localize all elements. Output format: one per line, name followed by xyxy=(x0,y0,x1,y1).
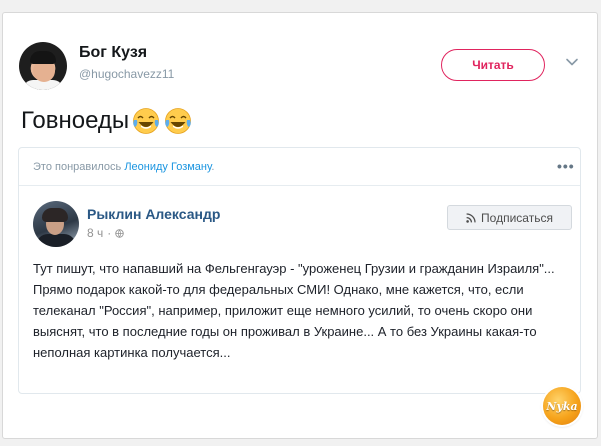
author-avatar[interactable] xyxy=(19,42,67,90)
quoted-author-name[interactable]: Рыклин Александр xyxy=(87,206,220,222)
liked-by-name[interactable]: Леониду Гозману xyxy=(124,161,211,173)
subscribe-button[interactable]: Подписаться xyxy=(447,205,572,230)
divider xyxy=(19,185,580,186)
meta-separator: · xyxy=(107,226,112,240)
liked-by-line: Это понравилось Леониду Гозману. xyxy=(33,161,214,173)
liked-prefix: Это понравилось xyxy=(33,161,122,173)
rss-icon xyxy=(466,212,476,223)
author-name[interactable]: Бог Кузя xyxy=(79,44,147,62)
subscribe-label: Подписаться xyxy=(481,210,553,225)
tweet-text-content: Говноеды xyxy=(21,107,130,134)
watermark-text: Nyka xyxy=(546,399,578,413)
quoted-author-avatar[interactable] xyxy=(33,201,79,247)
tweet-text: Говноеды xyxy=(21,106,193,136)
author-handle[interactable]: @hugochavezz11 xyxy=(79,67,174,81)
more-dots-icon[interactable]: ••• xyxy=(557,158,575,174)
globe-icon xyxy=(115,228,124,238)
post-time[interactable]: 8 ч xyxy=(87,226,103,240)
liked-suffix: . xyxy=(211,161,215,173)
follow-button[interactable]: Читать xyxy=(441,49,545,81)
tears-of-joy-emoji-icon xyxy=(165,108,192,134)
chevron-down-icon[interactable] xyxy=(565,55,579,69)
watermark-logo: Nyka xyxy=(543,387,581,425)
quoted-post-body: Тут пишут, что напавший на Фельгенгауэр … xyxy=(33,261,555,360)
tears-of-joy-emoji-icon xyxy=(133,108,160,134)
quoted-post[interactable]: Это понравилось Леониду Гозману. ••• Рык… xyxy=(18,147,581,394)
post-meta: 8 ч · xyxy=(87,226,124,240)
